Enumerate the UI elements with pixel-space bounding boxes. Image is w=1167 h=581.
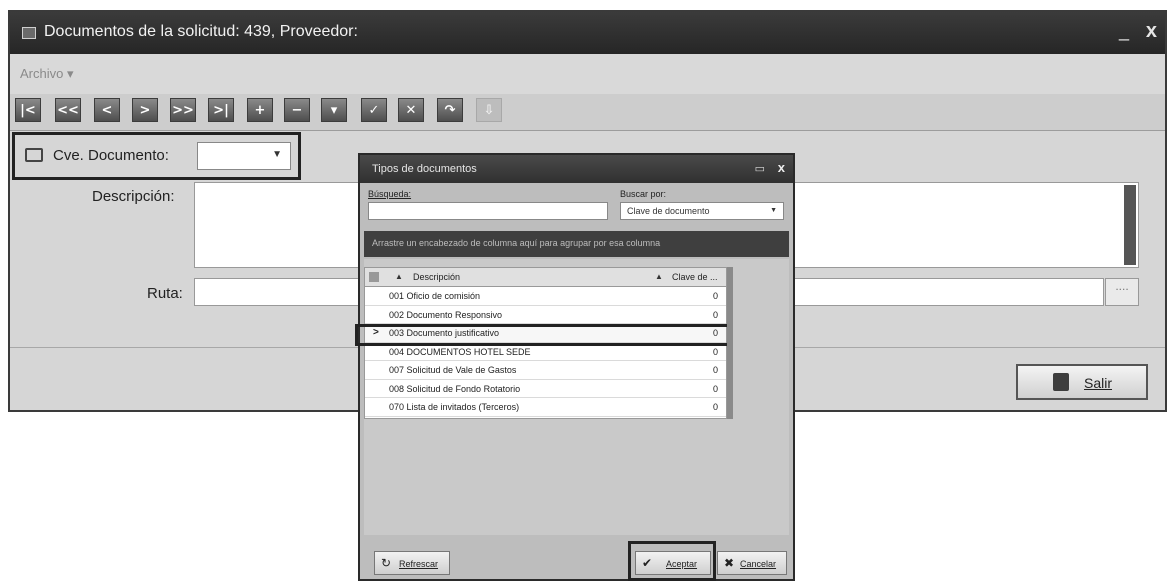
last-record-button[interactable]: >|: [208, 98, 234, 122]
grid-body: 001 Oficio de comisión 0 002 Documento R…: [355, 287, 733, 419]
grid-header: ▲ Descripción ▲ Clave de ...: [364, 267, 727, 287]
row-clave: 0: [712, 402, 718, 412]
tipos-documentos-dialog: Tipos de documentos ▭ x Búsqueda: Buscar…: [355, 153, 795, 581]
column-header-clave[interactable]: Clave de ...: [672, 272, 718, 282]
delete-button[interactable]: −: [284, 98, 310, 122]
exit-door-icon: [1053, 373, 1069, 391]
buscar-por-label: Buscar por:: [620, 189, 667, 199]
refrescar-button[interactable]: ↻ Refrescar: [374, 551, 450, 575]
group-by-panel[interactable]: Arrastre un encabezado de columna aquí p…: [364, 231, 789, 257]
window-title: Documentos de la solicitud: 439, Proveed…: [44, 23, 358, 40]
table-row[interactable]: 002 Documento Responsivo 0: [365, 306, 726, 324]
refresh-icon: ↻: [381, 556, 392, 570]
table-row[interactable]: 007 Solicitud de Vale de Gastos 0: [365, 361, 726, 380]
dialog-restore-button[interactable]: ▭: [755, 162, 765, 175]
edit-button[interactable]: ▾: [321, 98, 347, 122]
ruta-browse-button[interactable]: ....: [1105, 278, 1139, 306]
row-descripcion: 070 Lista de invitados (Terceros): [389, 402, 520, 412]
menu-archivo[interactable]: Archivo ▾: [20, 66, 74, 82]
buscar-por-value: Clave de documento: [627, 206, 710, 216]
row-clave: 0: [712, 383, 718, 394]
table-row[interactable]: 004 DOCUMENTOS HOTEL SEDE 0: [365, 343, 726, 361]
row-clave: 0: [712, 365, 718, 375]
cve-documento-select[interactable]: ▼: [197, 142, 291, 170]
chevron-down-icon: ▼: [770, 207, 777, 214]
filter-icon[interactable]: [369, 272, 379, 282]
row-descripcion: 004 DOCUMENTOS HOTEL SEDE: [389, 346, 531, 357]
aceptar-button[interactable]: ✔ Aceptar: [635, 551, 711, 575]
sort-ascending-icon: ▲: [395, 272, 403, 281]
sort-ascending-icon: ▲: [655, 272, 663, 281]
descripcion-label: Descripción:: [92, 188, 175, 205]
salir-label: Salir: [1084, 375, 1113, 391]
row-clave: 0: [712, 346, 718, 357]
column-header-descripcion[interactable]: Descripción: [413, 272, 460, 282]
menu-bar: Archivo ▾: [10, 54, 1165, 94]
grid-scrollbar[interactable]: [727, 267, 733, 419]
busqueda-input[interactable]: [368, 202, 608, 220]
minimize-button[interactable]: _: [1119, 21, 1129, 42]
descripcion-scrollbar[interactable]: [1124, 185, 1136, 265]
chevron-down-icon: ▼: [272, 149, 282, 160]
toolbar: |< << < > >> >| + − ▾ ✓ ✕ ↷ ⇩: [10, 94, 1165, 131]
group-by-hint: Arrastre un encabezado de columna aquí p…: [372, 238, 661, 248]
next-record-button[interactable]: >: [132, 98, 158, 122]
cancelar-label: Cancelar: [740, 559, 777, 569]
salir-button[interactable]: Salir: [1016, 364, 1148, 400]
import-button[interactable]: ⇩: [476, 98, 502, 122]
table-row[interactable]: 001 Oficio de comisión 0: [365, 287, 726, 306]
row-clave: 0: [712, 309, 718, 320]
title-bar: Documentos de la solicitud: 439, Proveed…: [10, 12, 1165, 54]
first-record-button[interactable]: |<: [15, 98, 41, 122]
table-row[interactable]: 070 Lista de invitados (Terceros) 0: [365, 398, 726, 417]
confirm-button[interactable]: ✓: [361, 98, 387, 122]
busqueda-label: Búsqueda:: [368, 189, 412, 199]
row-indicator-icon: >: [373, 327, 379, 338]
cancel-edit-button[interactable]: ✕: [398, 98, 424, 122]
row-descripcion: 008 Solicitud de Fondo Rotatorio: [389, 383, 521, 394]
dialog-title-bar: Tipos de documentos ▭ x: [360, 155, 793, 183]
cve-documento-group: Cve. Documento: ▼: [12, 132, 301, 180]
table-row-selected[interactable]: > 003 Documento justificativo 0: [355, 324, 733, 346]
refresh-button[interactable]: ↷: [437, 98, 463, 122]
row-clave: 0: [712, 291, 718, 301]
prev-record-button[interactable]: <: [94, 98, 120, 122]
dialog-close-button[interactable]: x: [778, 160, 785, 175]
document-icon: [25, 148, 43, 162]
table-row[interactable]: 008 Solicitud de Fondo Rotatorio 0: [365, 380, 726, 398]
next-page-button[interactable]: >>: [170, 98, 196, 122]
ruta-label: Ruta:: [147, 285, 183, 302]
row-descripcion: 002 Documento Responsivo: [389, 309, 503, 320]
close-button[interactable]: x: [1146, 20, 1157, 43]
documents-grid: ▲ Descripción ▲ Clave de ... 001 Oficio …: [355, 259, 789, 535]
cve-documento-label: Cve. Documento:: [53, 147, 169, 164]
row-descripcion: 007 Solicitud de Vale de Gastos: [389, 365, 517, 375]
close-icon: ✖: [724, 556, 735, 570]
aceptar-label: Aceptar: [666, 559, 698, 569]
add-button[interactable]: +: [247, 98, 273, 122]
row-descripcion: 001 Oficio de comisión: [389, 291, 481, 301]
check-icon: ✔: [642, 556, 653, 570]
cancelar-button[interactable]: ✖ Cancelar: [717, 551, 787, 575]
window-icon: [22, 27, 36, 39]
refrescar-label: Refrescar: [399, 559, 439, 569]
prev-page-button[interactable]: <<: [55, 98, 81, 122]
row-clave: 0: [712, 328, 718, 338]
buscar-por-select[interactable]: Clave de documento ▼: [620, 202, 784, 220]
row-descripcion: 003 Documento justificativo: [389, 328, 500, 338]
dialog-title: Tipos de documentos: [372, 163, 477, 175]
